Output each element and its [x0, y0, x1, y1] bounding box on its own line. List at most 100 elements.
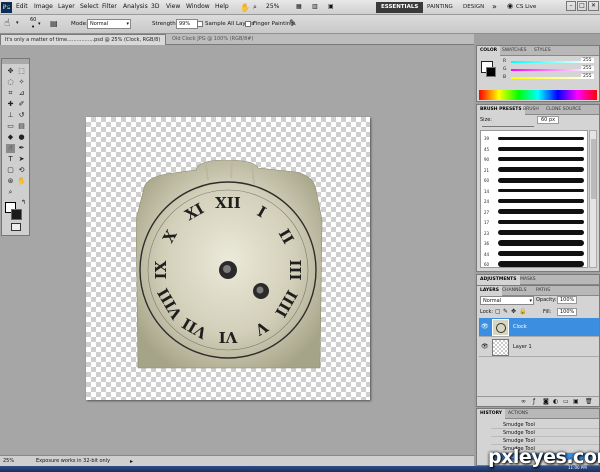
zoom-level[interactable]: 25% [266, 3, 279, 10]
strength-input[interactable]: 99% [176, 19, 198, 29]
layer-row-layer-1[interactable]: 👁 Layer 1 [479, 338, 599, 357]
finger-painting-checkbox[interactable] [245, 21, 251, 27]
color-spectrum-ramp[interactable] [479, 90, 597, 100]
dodge-tool-icon[interactable]: ● [17, 133, 26, 142]
brush-preset-row[interactable]: 90 [481, 154, 587, 164]
smudge-tool-icon[interactable]: ☝ [4, 18, 10, 29]
brush-preset-row[interactable]: 39 [481, 133, 587, 143]
lasso-tool-icon[interactable]: ◌ [6, 78, 15, 87]
new-group-icon[interactable]: ▭ [563, 398, 569, 405]
brush-preset-row[interactable]: 27 [481, 207, 587, 217]
workspace-design[interactable]: DESIGN [458, 2, 489, 13]
b-slider[interactable] [511, 77, 591, 79]
hand-tool-icon[interactable]: ✋ [240, 3, 250, 12]
path-select-tool-icon[interactable]: ➤ [17, 155, 26, 164]
fill-value[interactable]: 100% [557, 308, 578, 316]
tab-paths[interactable]: PATHS [533, 286, 553, 296]
tool-preset-chevron-icon[interactable]: ▾ [16, 20, 19, 26]
eyedropper-tool-icon[interactable]: ⊿ [17, 89, 26, 98]
brush-preset-list[interactable]: 39 45 90 21 60 14 24 27 17 23 36 44 60 [480, 130, 588, 268]
type-tool-icon[interactable]: T [6, 155, 15, 164]
move-tool-icon[interactable]: ✥ [6, 67, 15, 76]
tab-brush[interactable]: BRUSH [520, 105, 542, 115]
history-brush-tool-icon[interactable]: ↺ [17, 111, 26, 120]
size-slider[interactable] [482, 126, 534, 127]
gradient-tool-icon[interactable]: ▤ [17, 122, 26, 131]
lock-all-icon[interactable]: 🔒 [519, 308, 526, 315]
opacity-value[interactable]: 100% [557, 296, 578, 304]
shape-tool-icon[interactable]: ▢ [6, 166, 15, 175]
pen-tool-icon[interactable]: ✒ [17, 144, 26, 153]
clone-stamp-tool-icon[interactable]: ⊥ [6, 111, 15, 120]
healing-brush-tool-icon[interactable]: ✚ [6, 100, 15, 109]
brush-preset-row[interactable]: 21 [481, 165, 587, 175]
zoom-tool-icon[interactable]: ⌕ [253, 3, 257, 12]
menu-filter[interactable]: Filter [102, 3, 117, 10]
tablet-pressure-icon[interactable]: ✎ [289, 19, 297, 29]
eraser-tool-icon[interactable]: ▭ [6, 122, 15, 131]
scrollbar-thumb[interactable] [591, 139, 596, 199]
brush-list-scrollbar[interactable] [589, 130, 597, 268]
menu-select[interactable]: Select [80, 3, 99, 10]
hand-tool-icon[interactable]: ✋ [17, 177, 26, 186]
lock-transparency-icon[interactable]: ▢ [495, 308, 501, 315]
quick-select-tool-icon[interactable]: ✧ [17, 78, 26, 87]
3d-orbit-tool-icon[interactable]: ⊛ [6, 177, 15, 186]
brush-preset-row[interactable]: 36 [481, 238, 587, 248]
menu-analysis[interactable]: Analysis [123, 3, 148, 10]
zoom-tool-icon[interactable]: ⌕ [6, 188, 15, 197]
history-item[interactable]: Smudge Tool [491, 429, 599, 437]
tools-panel-header[interactable] [2, 59, 29, 64]
brush-picker-chevron-icon[interactable]: ▾ [38, 21, 41, 27]
brush-preset-row[interactable]: 14 [481, 186, 587, 196]
tab-adjustments[interactable]: ADJUSTMENTS [477, 275, 520, 285]
g-slider[interactable] [511, 69, 591, 71]
tab-brush-presets[interactable]: BRUSH PRESETS [477, 105, 525, 115]
adjustment-layer-icon[interactable]: ◐ [553, 398, 558, 405]
delete-layer-icon[interactable]: 🗑 [585, 398, 593, 405]
crop-tool-icon[interactable]: ⌗ [6, 89, 15, 98]
tab-channels[interactable]: CHANNELS [499, 286, 530, 296]
brush-tip-icon[interactable]: • [31, 23, 35, 31]
lock-position-icon[interactable]: ✥ [511, 308, 516, 315]
maximize-icon[interactable]: □ [577, 1, 587, 11]
cs-live-label[interactable]: CS Live [516, 4, 536, 10]
brush-preset-row[interactable]: 45 [481, 144, 587, 154]
close-icon[interactable]: ✕ [588, 1, 599, 11]
new-layer-icon[interactable]: ▣ [573, 398, 579, 405]
layer-mask-icon[interactable]: ◙ [543, 398, 549, 405]
layer-style-icon[interactable]: ƒ [533, 398, 535, 405]
tab-styles[interactable]: STYLES [531, 46, 554, 56]
tab-history[interactable]: HISTORY [477, 409, 506, 419]
menu-help[interactable]: Help [215, 3, 229, 10]
menu-window[interactable]: Window [186, 3, 210, 10]
tab-old-clock-jpg[interactable]: Old Clock JPG @ 100% (RGB/8#) [168, 34, 278, 45]
menu-image[interactable]: Image [34, 3, 53, 10]
brush-preset-row[interactable]: 17 [481, 217, 587, 227]
menu-layer[interactable]: Layer [58, 3, 75, 10]
background-color-swatch[interactable] [11, 209, 22, 220]
brush-preset-row[interactable]: 60 [481, 259, 587, 269]
visibility-eye-icon[interactable]: 👁 [481, 323, 489, 330]
blur-tool-icon[interactable]: ◆ [6, 133, 15, 142]
brush-preset-row[interactable]: 24 [481, 196, 587, 206]
grid-icon[interactable]: ▦ [296, 3, 302, 10]
brush-preset-row[interactable]: 44 [481, 249, 587, 259]
tab-swatches[interactable]: SWATCHES [499, 46, 530, 56]
workspace-painting[interactable]: PAINTING [422, 2, 458, 13]
marquee-tool-icon[interactable]: ⬚ [17, 67, 26, 76]
lock-pixels-icon[interactable]: ✎ [503, 308, 508, 315]
brush-preset-row[interactable]: 23 [481, 228, 587, 238]
arrange-icon[interactable]: ▥ [312, 3, 318, 10]
menu-file[interactable]: File [1, 3, 11, 10]
layer-row-clock[interactable]: 👁 Clock [479, 318, 599, 337]
brush-panel-toggle-icon[interactable]: ▤ [50, 19, 58, 28]
tab-actions[interactable]: ACTIONS [505, 409, 531, 419]
minimize-icon[interactable]: – [566, 1, 576, 11]
workspace-essentials[interactable]: ESSENTIALS [376, 2, 424, 13]
swap-colors-icon[interactable]: ↰ [21, 199, 26, 206]
g-value[interactable]: 255 [581, 66, 594, 71]
quick-mask-icon[interactable] [11, 223, 21, 231]
workspace-more-icon[interactable]: » [492, 2, 497, 11]
link-layers-icon[interactable]: ∞ [521, 398, 526, 405]
